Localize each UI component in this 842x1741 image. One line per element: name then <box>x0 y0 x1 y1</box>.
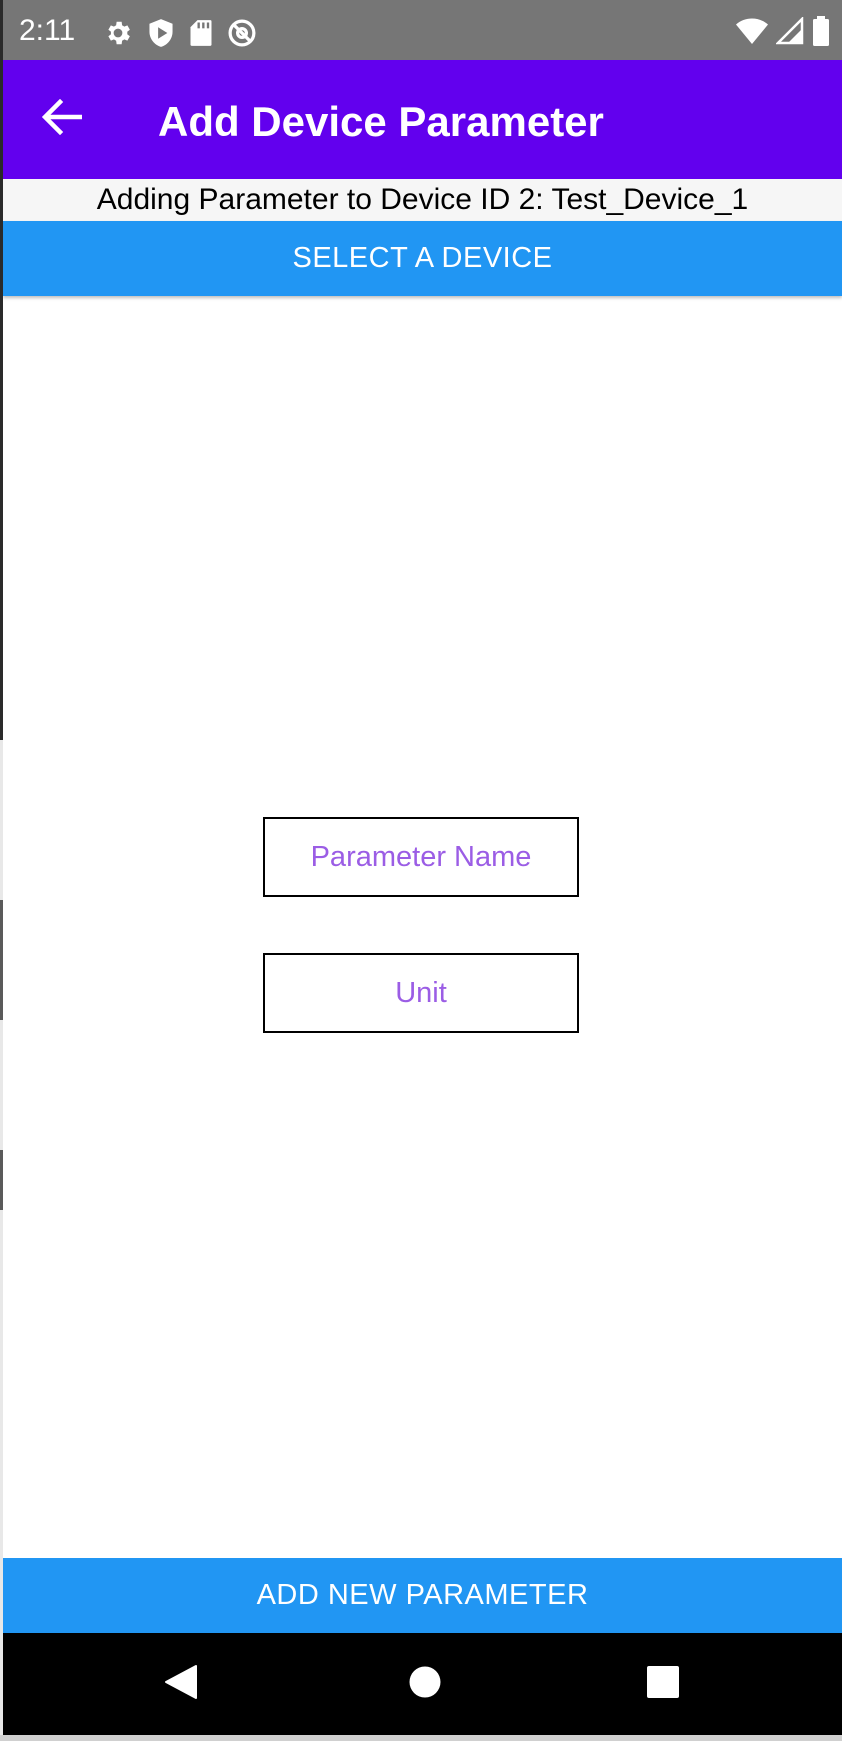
cell-signal-icon <box>776 17 804 45</box>
window-bottom-edge <box>0 1735 842 1741</box>
nav-recents-icon <box>647 1665 679 1703</box>
unit-field-box <box>263 953 579 1033</box>
nav-home-icon <box>409 1666 441 1703</box>
status-icons-right <box>736 16 830 46</box>
settings-icon <box>103 18 133 48</box>
battery-icon <box>812 16 830 46</box>
at-sign-icon <box>227 18 257 48</box>
device-info-strip: Adding Parameter to Device ID 2: Test_De… <box>3 179 842 221</box>
page-title: Add Device Parameter <box>158 98 604 145</box>
nav-home-button[interactable] <box>375 1633 475 1735</box>
select-device-button[interactable]: SELECT A DEVICE <box>3 221 842 296</box>
parameter-name-input[interactable] <box>265 819 577 895</box>
app-bar: Add Device Parameter <box>3 60 842 179</box>
parameter-name-field-box <box>263 817 579 897</box>
nav-recents-button[interactable] <box>613 1633 713 1735</box>
back-button[interactable] <box>33 90 91 148</box>
add-new-parameter-button[interactable]: ADD NEW PARAMETER <box>3 1558 842 1633</box>
system-nav-bar <box>3 1633 842 1735</box>
back-arrow-icon <box>41 98 83 140</box>
device-info-label: Adding Parameter to Device ID 2: Test_De… <box>96 183 749 216</box>
sd-card-icon <box>189 19 213 47</box>
phone-screen: 2:11 Add Device Parameter Adding Paramet… <box>3 0 842 1741</box>
status-time: 2:11 <box>19 14 76 47</box>
wifi-icon <box>736 17 768 45</box>
unit-input[interactable] <box>265 955 577 1031</box>
shield-play-icon <box>147 18 175 48</box>
nav-back-button[interactable] <box>131 1633 231 1735</box>
nav-back-icon <box>164 1664 198 1705</box>
status-icons-left <box>103 18 257 48</box>
status-bar: 2:11 <box>3 0 842 60</box>
